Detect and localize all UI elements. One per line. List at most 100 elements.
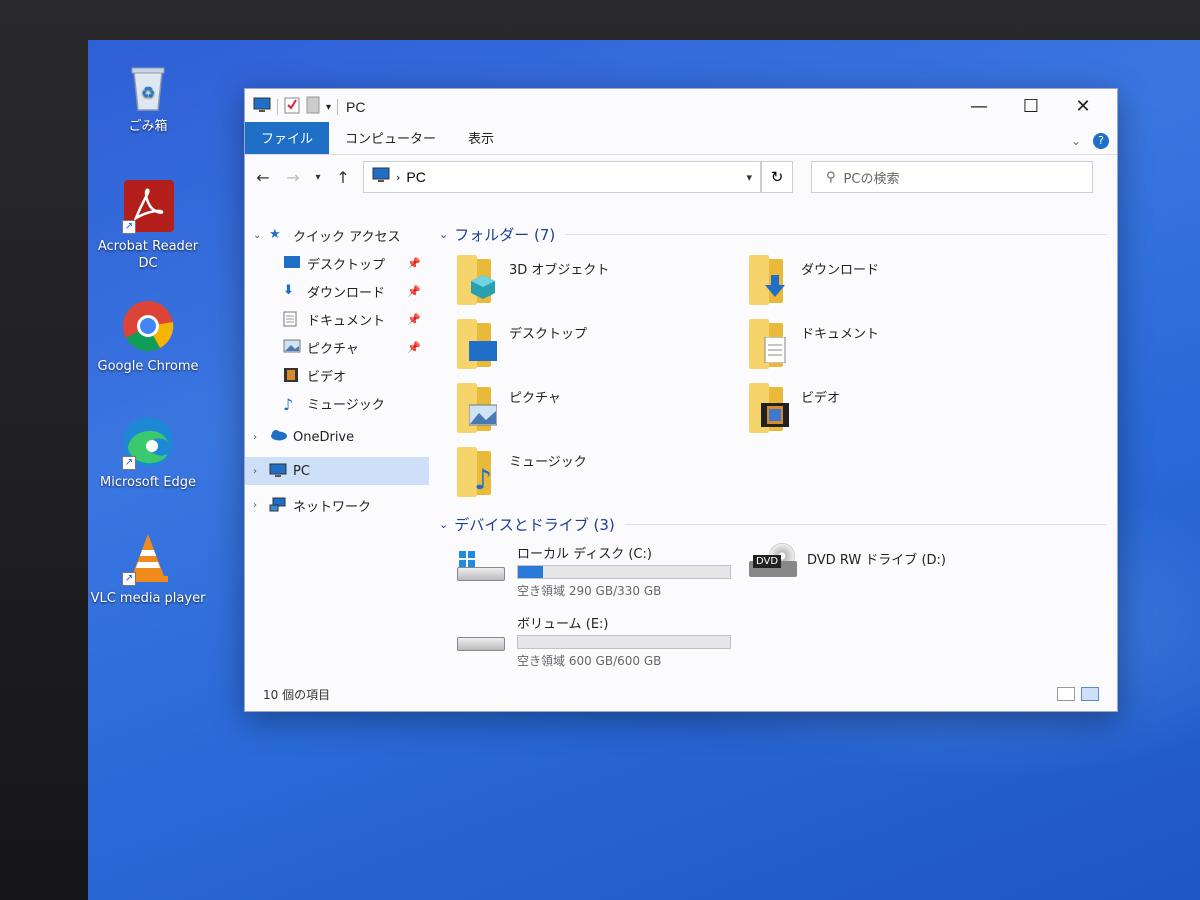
sidebar-item-network[interactable]: › ネットワーク <box>245 491 429 519</box>
sidebar-item-label: ビデオ <box>307 369 347 385</box>
sidebar-item-onedrive[interactable]: › OneDrive <box>245 423 429 451</box>
shortcut-arrow-icon: ↗ <box>122 456 136 470</box>
acrobat-icon: ↗ <box>120 178 176 234</box>
drive-d[interactable]: DVD DVD RW ドライブ (D:) <box>749 543 1041 599</box>
tab-view[interactable]: 表示 <box>452 122 510 154</box>
chevron-down-icon[interactable]: ⌄ <box>439 518 448 531</box>
customize-toolbar-icon[interactable]: ▾ <box>326 102 331 113</box>
folder-icon: ♪ <box>457 445 501 497</box>
sidebar-item-desktop[interactable]: デスクトップ 📌 <box>245 249 429 277</box>
address-dropdown-icon[interactable]: ▾ <box>746 171 752 184</box>
chevron-right-icon[interactable]: › <box>253 432 269 443</box>
folder-pictures[interactable]: ピクチャ <box>457 381 749 437</box>
tab-file[interactable]: ファイル <box>245 122 330 154</box>
svg-text:♻: ♻ <box>141 83 155 102</box>
tab-computer[interactable]: コンピューター <box>329 122 452 154</box>
chevron-down-icon[interactable]: ⌄ <box>439 228 448 241</box>
folder-videos[interactable]: ビデオ <box>749 381 1041 437</box>
search-input[interactable]: ⚲ PCの検索 <box>811 161 1093 193</box>
svg-text:♪: ♪ <box>474 465 492 491</box>
desktop-icon-acrobat[interactable]: ↗ Acrobat Reader DC <box>88 178 208 272</box>
close-button[interactable]: ✕ <box>1057 92 1109 122</box>
forward-icon[interactable]: → <box>283 168 303 187</box>
sidebar-item-pictures[interactable]: ピクチャ 📌 <box>245 333 429 361</box>
shortcut-arrow-icon: ↗ <box>122 572 136 586</box>
drive-name: ローカル ディスク (C:) <box>517 547 652 562</box>
chevron-down-icon[interactable]: ⌄ <box>253 230 269 241</box>
desktop-icon <box>283 255 301 271</box>
folder-documents[interactable]: ドキュメント <box>749 317 1041 373</box>
expand-ribbon-icon[interactable]: ⌄ <box>1071 134 1081 148</box>
computer-icon <box>372 167 390 187</box>
sidebar-item-pc[interactable]: › PC <box>245 457 429 485</box>
drive-name: ボリューム (E:) <box>517 617 609 632</box>
status-bar: 10 個の項目 <box>245 677 1117 711</box>
sidebar-item-label: ダウンロード <box>307 285 386 301</box>
new-folder-icon[interactable] <box>306 96 320 118</box>
sidebar-item-downloads[interactable]: ⬇ ダウンロード 📌 <box>245 277 429 305</box>
pin-icon[interactable]: 📌 <box>407 313 421 326</box>
network-icon <box>269 497 287 513</box>
breadcrumb-chevron-icon: › <box>396 170 401 184</box>
chevron-right-icon[interactable]: › <box>253 466 269 477</box>
search-placeholder: PCの検索 <box>843 171 900 187</box>
desktop-icon-recycle-bin[interactable]: ♻ ごみ箱 <box>88 58 208 135</box>
picture-icon <box>283 339 301 355</box>
folder-label: ダウンロード <box>801 263 880 278</box>
drive-free-space: 空き領域 290 GB/330 GB <box>517 584 662 598</box>
maximize-button[interactable]: ☐ <box>1005 92 1057 122</box>
details-view-button[interactable] <box>1057 687 1075 701</box>
navigation-bar: ← → ▾ ↑ › PC ▾ ↻ ⚲ PCの検索 <box>245 155 1117 199</box>
chevron-right-icon[interactable]: › <box>253 500 269 511</box>
computer-icon <box>269 463 287 479</box>
folder-desktop[interactable]: デスクトップ <box>457 317 749 373</box>
large-icons-view-button[interactable] <box>1081 687 1099 701</box>
back-icon[interactable]: ← <box>253 168 273 187</box>
desktop-icon-vlc[interactable]: ↗ VLC media player <box>88 530 208 607</box>
sidebar-item-music[interactable]: ♪ ミュージック <box>245 389 429 417</box>
refresh-button[interactable]: ↻ <box>761 161 793 193</box>
sidebar-item-label: デスクトップ <box>307 257 386 273</box>
sidebar-item-quick-access[interactable]: ⌄ ★ クイック アクセス <box>245 221 429 249</box>
windows-logo-icon <box>459 551 475 567</box>
address-bar[interactable]: › PC ▾ <box>363 161 761 193</box>
star-icon: ★ <box>269 227 281 242</box>
help-icon[interactable]: ? <box>1093 133 1109 149</box>
group-label: デバイスとドライブ (3) <box>454 515 615 534</box>
recent-locations-icon[interactable]: ▾ <box>313 172 323 183</box>
desktop-icon-label: Google Chrome <box>97 359 199 374</box>
computer-icon[interactable] <box>253 97 271 117</box>
drive-c[interactable]: ローカル ディスク (C:) 空き領域 290 GB/330 GB <box>457 543 749 599</box>
minimize-button[interactable]: — <box>953 92 1005 122</box>
pin-icon[interactable]: 📌 <box>407 285 421 298</box>
properties-icon[interactable] <box>284 96 300 118</box>
film-icon <box>283 367 301 383</box>
sidebar-item-videos[interactable]: ビデオ <box>245 361 429 389</box>
folder-downloads[interactable]: ダウンロード <box>749 253 1041 309</box>
dvd-drive-icon: DVD <box>749 543 799 583</box>
title-bar[interactable]: ▾ PC — ☐ ✕ <box>245 89 1117 125</box>
desktop-icon-chrome[interactable]: Google Chrome <box>88 298 208 375</box>
folder-music[interactable]: ♪ ミュージック <box>457 445 749 501</box>
pin-icon[interactable]: 📌 <box>407 257 421 270</box>
address-text: PC <box>406 169 426 185</box>
drives-grid: ローカル ディスク (C:) 空き領域 290 GB/330 GB DVD DV… <box>457 543 1117 669</box>
up-icon[interactable]: ↑ <box>333 168 353 187</box>
pin-icon[interactable]: 📌 <box>407 341 421 354</box>
folder-3d-objects[interactable]: 3D オブジェクト <box>457 253 749 309</box>
folder-label: ピクチャ <box>509 391 561 406</box>
explorer-window: ▾ PC — ☐ ✕ ファイル コンピューター 表示 ⌄ ? ← → ▾ ↑ ›… <box>244 88 1118 712</box>
desktop-icon-edge[interactable]: ↗ Microsoft Edge <box>88 414 208 491</box>
folder-icon <box>749 317 793 369</box>
folder-label: ミュージック <box>509 455 587 470</box>
drive-usage-bar <box>517 565 731 579</box>
sidebar-item-documents[interactable]: ドキュメント 📌 <box>245 305 429 333</box>
navigation-pane: ⌄ ★ クイック アクセス デスクトップ 📌 ⬇ ダウンロード 📌 ドキュメント… <box>245 211 429 677</box>
sidebar-item-label: ミュージック <box>307 397 385 413</box>
folders-group-header[interactable]: ⌄ フォルダー (7) <box>439 221 1117 247</box>
vlc-icon: ↗ <box>120 530 176 586</box>
recycle-bin-icon: ♻ <box>120 58 176 114</box>
drive-e[interactable]: ボリューム (E:) 空き領域 600 GB/600 GB <box>457 613 749 669</box>
drives-group-header[interactable]: ⌄ デバイスとドライブ (3) <box>439 511 1117 537</box>
folder-label: 3D オブジェクト <box>509 263 610 278</box>
